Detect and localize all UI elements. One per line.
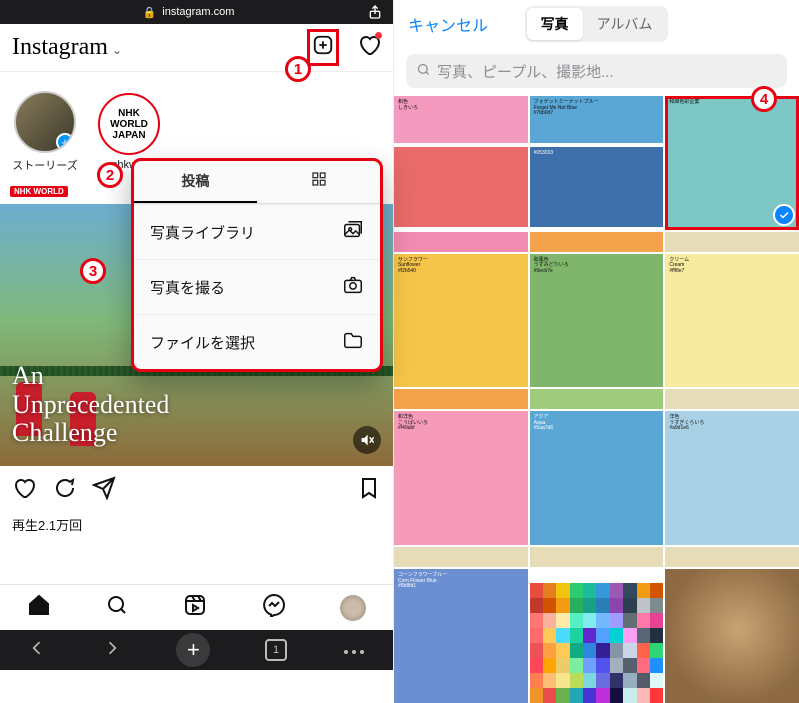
instagram-tabbar [0, 584, 393, 630]
avatar: + [14, 91, 76, 153]
search-field[interactable]: 写真、ピープル、撮影地... [406, 54, 787, 88]
photo-cell[interactable] [530, 389, 664, 409]
photo-cell[interactable]: アクア Aqua #5aa7d6 [530, 411, 664, 545]
photo-cell[interactable] [530, 569, 664, 703]
photo-cell[interactable]: クリーム Cream #fff8e7 [665, 254, 799, 388]
share-icon[interactable] [367, 4, 383, 20]
tab-search[interactable] [105, 593, 129, 622]
comment-button[interactable] [52, 476, 76, 505]
camera-icon [342, 274, 364, 300]
avatar: NHKWORLDJAPAN [98, 93, 160, 155]
photo-cell[interactable]: 洋色 うすぎくらいろ #a9d1e6 [665, 411, 799, 545]
photo-cell[interactable]: コーンフラワーブルー Corn Flower Blue #6b8fd1 [394, 569, 528, 703]
new-post-dropdown: 投稿 写真ライブラリ 写真を撮る ファイルを選択 [131, 158, 383, 372]
instagram-header: Instagram⌄ 1 [0, 24, 393, 72]
forward-button[interactable] [102, 638, 122, 663]
annotation-4: 4 [751, 86, 777, 112]
new-tab-button[interactable]: + [176, 633, 210, 667]
your-story[interactable]: + ストーリーズ [10, 91, 80, 173]
safari-status-bar: 🔒 instagram.com [0, 0, 393, 24]
search-placeholder: 写真、ピープル、撮影地... [437, 61, 614, 82]
photo-library-icon [342, 219, 364, 245]
menu-choose-file[interactable]: ファイルを選択 [134, 314, 380, 369]
tab-grid[interactable] [257, 161, 380, 203]
menu-photo-library[interactable]: 写真ライブラリ [134, 204, 380, 259]
tab-home[interactable] [27, 593, 51, 622]
selected-check-icon [773, 204, 795, 226]
photo-cell[interactable]: #053033 [530, 147, 664, 227]
folder-icon [342, 329, 364, 355]
right-screenshot: キャンセル 写真 アルバム 写真、ピープル、撮影地... 4 和色 しきいろ フ… [394, 0, 799, 670]
safari-toolbar: + 1 [0, 630, 393, 670]
photo-cell-selected[interactable]: 和綿色彩企業 [665, 96, 799, 230]
photo-cell[interactable] [394, 232, 528, 252]
photo-grid[interactable]: 和色 しきいろ フォゲットミーナットブルー Forget Me Not Blue… [394, 96, 799, 703]
photo-cell[interactable]: 和色 しきいろ [394, 96, 528, 143]
activity-button[interactable] [357, 33, 381, 62]
photo-cell[interactable] [530, 547, 664, 567]
cancel-button[interactable]: キャンセル [408, 12, 488, 36]
photo-cell[interactable] [394, 147, 528, 227]
mute-button[interactable] [353, 426, 381, 454]
tab-profile[interactable] [340, 595, 366, 621]
photo-cell[interactable] [394, 389, 528, 409]
url-text: instagram.com [162, 6, 234, 18]
share-button[interactable] [92, 476, 116, 505]
add-story-icon: + [56, 133, 74, 151]
menu-button[interactable] [342, 641, 366, 659]
segmented-control: 写真 アルバム [525, 6, 669, 42]
photo-cell[interactable] [665, 569, 799, 703]
back-button[interactable] [27, 638, 47, 663]
tab-reels[interactable] [183, 593, 207, 622]
photo-cell[interactable]: 和風色 うすみどりいろ #9ecb7e [530, 254, 664, 388]
search-icon [416, 62, 431, 81]
segment-albums[interactable]: アルバム [583, 8, 667, 40]
photo-cell[interactable] [530, 232, 664, 252]
tab-posts[interactable]: 投稿 [134, 161, 257, 203]
annotation-2: 2 [97, 162, 123, 188]
tab-messenger[interactable] [262, 593, 286, 622]
new-post-icon[interactable] [312, 34, 334, 61]
view-count: 再生2.1万回 [0, 515, 393, 534]
photo-cell[interactable] [665, 389, 799, 409]
photo-cell[interactable] [394, 547, 528, 567]
menu-take-photo[interactable]: 写真を撮る [134, 259, 380, 314]
color-palette-thumbnail [530, 583, 664, 703]
instagram-logo[interactable]: Instagram⌄ [12, 34, 122, 61]
heart-icon [357, 44, 381, 61]
photo-cell[interactable] [665, 547, 799, 567]
photo-cell[interactable]: サンフラワー Sunflower #f2b540 [394, 254, 528, 388]
like-button[interactable] [12, 476, 36, 505]
tabs-button[interactable]: 1 [265, 639, 287, 661]
post-action-bar [0, 466, 393, 515]
annotation-3: 3 [80, 258, 106, 284]
stories-tray[interactable]: + ストーリーズ NHKWORLDJAPAN nhkwor 2 3 投稿 写真ラ… [0, 72, 393, 184]
photo-cell[interactable]: 和洋色 こうばいいろ #f49abf [394, 411, 528, 545]
video-overlay-title: An Unprecedented Challenge [12, 362, 169, 448]
photo-cell[interactable]: フォゲットミーナットブルー Forget Me Not Blue #7bb0d7 [530, 96, 664, 143]
lock-icon: 🔒 [143, 6, 157, 19]
chevron-down-icon: ⌄ [112, 43, 122, 57]
photo-picker-header: キャンセル 写真 アルバム [394, 0, 799, 48]
left-screenshot: 🔒 instagram.com Instagram⌄ 1 [0, 0, 394, 670]
annotation-1: 1 [285, 56, 311, 82]
photo-cell[interactable] [665, 232, 799, 252]
segment-photos[interactable]: 写真 [527, 8, 583, 40]
highlight-box-1 [307, 29, 339, 66]
notification-dot [375, 32, 382, 39]
save-button[interactable] [357, 476, 381, 505]
